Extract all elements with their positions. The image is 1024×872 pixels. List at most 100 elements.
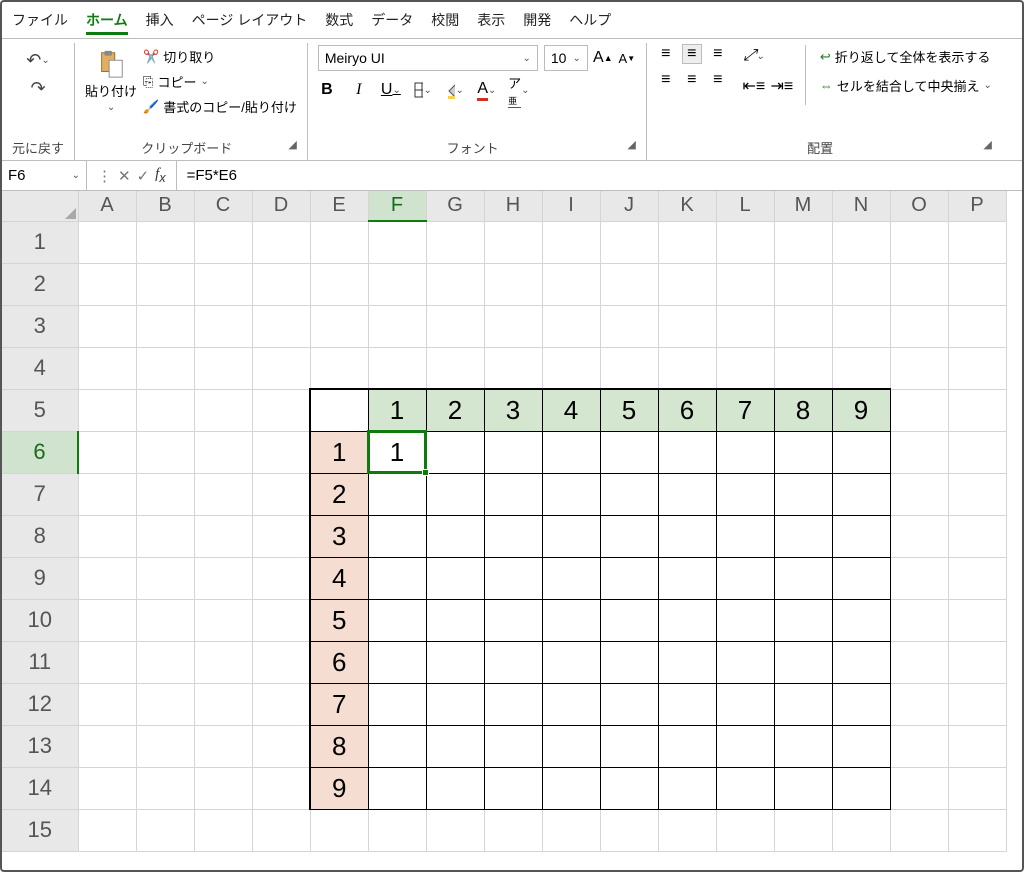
cell-N14[interactable]	[832, 767, 890, 809]
cell-M1[interactable]	[774, 221, 832, 263]
cell-K14[interactable]	[658, 767, 716, 809]
phonetic-icon[interactable]: ア亜⌄	[510, 81, 528, 99]
col-header-M[interactable]: M	[774, 191, 832, 221]
cell-J4[interactable]	[600, 347, 658, 389]
cell-F12[interactable]	[368, 683, 426, 725]
cell-I8[interactable]	[542, 515, 600, 557]
row-header-8[interactable]: 8	[2, 515, 78, 557]
cell-I3[interactable]	[542, 305, 600, 347]
cell-G10[interactable]	[426, 599, 484, 641]
cell-E10[interactable]: 5	[310, 599, 368, 641]
cell-M6[interactable]	[774, 431, 832, 473]
cell-A7[interactable]	[78, 473, 136, 515]
cell-I2[interactable]	[542, 263, 600, 305]
cell-C10[interactable]	[194, 599, 252, 641]
bold-icon[interactable]: B	[318, 81, 336, 99]
cell-I9[interactable]	[542, 557, 600, 599]
cell-J2[interactable]	[600, 263, 658, 305]
cell-B1[interactable]	[136, 221, 194, 263]
cell-L3[interactable]	[716, 305, 774, 347]
font-name-select[interactable]: Meiryo UI⌄	[318, 45, 538, 71]
cell-L12[interactable]	[716, 683, 774, 725]
cell-P3[interactable]	[948, 305, 1006, 347]
cell-E1[interactable]	[310, 221, 368, 263]
col-header-F[interactable]: F	[368, 191, 426, 221]
cell-N1[interactable]	[832, 221, 890, 263]
cell-P8[interactable]	[948, 515, 1006, 557]
cell-F10[interactable]	[368, 599, 426, 641]
cell-D11[interactable]	[252, 641, 310, 683]
cell-A5[interactable]	[78, 389, 136, 431]
cell-C6[interactable]	[194, 431, 252, 473]
menu-data[interactable]: データ	[371, 8, 413, 35]
select-all-corner[interactable]	[2, 191, 78, 221]
cell-G3[interactable]	[426, 305, 484, 347]
cell-F14[interactable]	[368, 767, 426, 809]
cell-J12[interactable]	[600, 683, 658, 725]
cell-I12[interactable]	[542, 683, 600, 725]
cell-L10[interactable]	[716, 599, 774, 641]
cell-H1[interactable]	[484, 221, 542, 263]
cell-A2[interactable]	[78, 263, 136, 305]
cell-P13[interactable]	[948, 725, 1006, 767]
cell-N3[interactable]	[832, 305, 890, 347]
enter-formula-icon[interactable]: ✓	[137, 167, 150, 185]
cell-J13[interactable]	[600, 725, 658, 767]
cell-E8[interactable]: 3	[310, 515, 368, 557]
cell-G5[interactable]: 2	[426, 389, 484, 431]
cell-B11[interactable]	[136, 641, 194, 683]
row-header-3[interactable]: 3	[2, 305, 78, 347]
cell-G9[interactable]	[426, 557, 484, 599]
cell-N8[interactable]	[832, 515, 890, 557]
cell-G6[interactable]	[426, 431, 484, 473]
cell-O8[interactable]	[890, 515, 948, 557]
cell-E5[interactable]	[310, 389, 368, 431]
cell-H12[interactable]	[484, 683, 542, 725]
menu-dev[interactable]: 開発	[523, 8, 551, 35]
cell-D12[interactable]	[252, 683, 310, 725]
col-header-K[interactable]: K	[658, 191, 716, 221]
cell-O3[interactable]	[890, 305, 948, 347]
cell-F6[interactable]: 1	[368, 431, 426, 473]
cell-N6[interactable]	[832, 431, 890, 473]
cell-L6[interactable]	[716, 431, 774, 473]
cell-J14[interactable]	[600, 767, 658, 809]
cell-L7[interactable]	[716, 473, 774, 515]
cell-G4[interactable]	[426, 347, 484, 389]
cell-H9[interactable]	[484, 557, 542, 599]
cell-M3[interactable]	[774, 305, 832, 347]
cell-I4[interactable]	[542, 347, 600, 389]
cell-H13[interactable]	[484, 725, 542, 767]
italic-icon[interactable]: I	[350, 81, 368, 99]
cell-G15[interactable]	[426, 809, 484, 851]
cell-I7[interactable]	[542, 473, 600, 515]
cell-F11[interactable]	[368, 641, 426, 683]
cell-B2[interactable]	[136, 263, 194, 305]
cell-O14[interactable]	[890, 767, 948, 809]
cell-I6[interactable]	[542, 431, 600, 473]
cell-G7[interactable]	[426, 473, 484, 515]
cell-B4[interactable]	[136, 347, 194, 389]
cell-K8[interactable]	[658, 515, 716, 557]
fx-icon[interactable]: fx	[155, 166, 165, 185]
cell-N15[interactable]	[832, 809, 890, 851]
cell-O15[interactable]	[890, 809, 948, 851]
cell-K5[interactable]: 6	[658, 389, 716, 431]
formula-input[interactable]: =F5*E6	[177, 167, 1022, 184]
col-header-A[interactable]: A	[78, 191, 136, 221]
cell-C5[interactable]	[194, 389, 252, 431]
copy-button[interactable]: ⎘ コピー ⌄	[143, 72, 297, 91]
cell-C13[interactable]	[194, 725, 252, 767]
cell-P14[interactable]	[948, 767, 1006, 809]
cell-J9[interactable]	[600, 557, 658, 599]
cell-B3[interactable]	[136, 305, 194, 347]
cell-H11[interactable]	[484, 641, 542, 683]
cell-P10[interactable]	[948, 599, 1006, 641]
cell-P6[interactable]	[948, 431, 1006, 473]
cell-C8[interactable]	[194, 515, 252, 557]
name-box[interactable]: F6⌄	[2, 161, 87, 190]
cell-D14[interactable]	[252, 767, 310, 809]
cell-M2[interactable]	[774, 263, 832, 305]
cell-B9[interactable]	[136, 557, 194, 599]
merge-center-button[interactable]: ⇔ セルを結合して中央揃え ⌄	[820, 76, 992, 95]
